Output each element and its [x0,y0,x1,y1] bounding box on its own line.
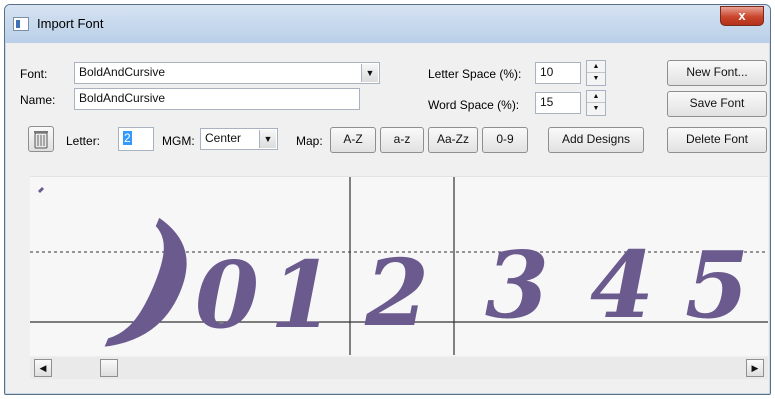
font-preview-canvas[interactable]: ) 0 1 2 3 4 5 [30,176,768,356]
app-icon [13,17,29,31]
word-space-label: Word Space (%): [428,98,520,112]
scroll-left-icon[interactable]: ◀ [34,359,52,377]
mgm-label: MGM: [162,134,195,148]
mgm-select-value: Center [205,131,242,145]
spin-up-icon[interactable]: ▲ [587,61,605,73]
glyph-3: 3 [485,231,549,339]
font-select[interactable]: BoldAndCursive ▼ [74,62,380,84]
map-digits-button[interactable]: 0-9 [482,127,528,153]
letter-input[interactable]: 2 [118,127,154,151]
preview-svg: ) 0 1 2 3 4 5 [30,177,768,356]
scroll-thumb[interactable] [100,359,118,377]
glyph-fragment [38,187,44,193]
delete-letter-button[interactable] [28,126,54,152]
font-select-value: BoldAndCursive [79,65,166,79]
word-space-spinner[interactable]: ▲ ▼ [586,90,606,116]
name-input[interactable]: BoldAndCursive [74,88,360,110]
map-label: Map: [296,134,323,148]
chevron-down-icon[interactable]: ▼ [361,64,378,82]
letter-label: Letter: [66,134,101,148]
map-a-z-button[interactable]: A-Z [330,127,376,153]
trash-icon [34,131,48,149]
font-label: Font: [20,67,48,81]
glyph-0: 0 [195,241,259,349]
word-space-input[interactable]: 15 [535,92,581,114]
glyph-4: 4 [590,231,654,339]
chevron-down-icon[interactable]: ▼ [259,130,276,148]
new-font-button[interactable]: New Font... [667,60,767,86]
save-font-button[interactable]: Save Font [667,91,767,117]
add-designs-button[interactable]: Add Designs [548,127,644,153]
map-lowercase-button[interactable]: a-z [380,127,424,153]
scroll-right-icon[interactable]: ▶ [746,359,764,377]
close-button[interactable]: x [720,6,764,26]
glyph-1: 1 [270,241,334,349]
letter-space-spinner[interactable]: ▲ ▼ [586,60,606,86]
letter-space-input[interactable]: 10 [535,62,581,84]
spin-up-icon[interactable]: ▲ [587,91,605,103]
letter-space-label: Letter Space (%): [428,67,522,81]
glyph-2: 2 [364,239,429,347]
letter-input-value: 2 [123,131,132,145]
name-label: Name: [20,93,56,107]
map-mixed-case-button[interactable]: Aa-Zz [428,127,478,153]
delete-font-button[interactable]: Delete Font [667,127,767,153]
horizontal-scrollbar[interactable]: ◀ ▶ [30,357,768,379]
glyph-5: 5 [685,231,749,339]
spin-down-icon[interactable]: ▼ [587,73,605,85]
window-title: Import Font [37,16,104,31]
spin-down-icon[interactable]: ▼ [587,103,605,115]
mgm-select[interactable]: Center ▼ [200,128,278,150]
title-bar[interactable]: Import Font x [5,5,770,43]
